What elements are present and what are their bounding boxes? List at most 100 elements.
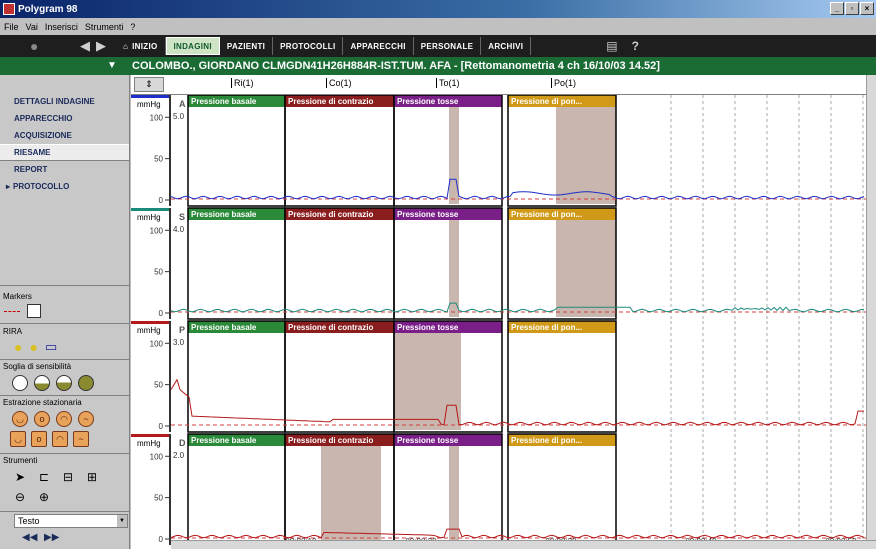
minimize-button[interactable]: _ [830, 2, 844, 15]
select-tool-icon[interactable]: ⊏ [36, 469, 52, 485]
home-icon: ⌂ [123, 41, 129, 51]
sidebar-item-label: PROTOCOLLO [13, 182, 70, 191]
sidebar-item-dettagli[interactable]: DETTAGLI INDAGINE [0, 93, 129, 110]
face-calm-icon[interactable]: ◡ [12, 411, 28, 427]
marker-ri[interactable]: Ri(1) [231, 78, 254, 88]
threshold-half-icon[interactable] [56, 375, 72, 391]
menu-inserisci[interactable]: Inserisci [45, 22, 78, 32]
face-strain-icon[interactable]: o [34, 411, 50, 427]
section-box [187, 433, 286, 546]
chevron-down-icon[interactable]: ▼ [117, 515, 127, 527]
threshold-empty-icon[interactable] [12, 375, 28, 391]
analysis-window-shade [556, 107, 616, 204]
pressure-chart[interactable]: mmHg A 5.0 0 50 100 Pressione basale Pressione … [131, 95, 866, 549]
trace-area: ⇕ Ri(1) Co(1) To(1) Po(1) mmHg A 5.0 0 50 100… [131, 75, 876, 549]
section-label: Pressione di pon... [511, 436, 582, 445]
tab-archivi[interactable]: ARCHIVI [481, 37, 532, 55]
rira-chart-icon[interactable]: ▭ [45, 339, 57, 355]
help-icon[interactable]: ? [632, 39, 639, 53]
back-arrow-icon[interactable]: ◀ [80, 38, 90, 54]
y-tick-label: 100 [150, 452, 164, 461]
zoom-out-icon[interactable]: ⊖ [12, 489, 28, 505]
tab-personale[interactable]: PERSONALE [414, 37, 482, 55]
analysis-window-shade [449, 220, 459, 317]
menu-help[interactable]: ? [130, 22, 135, 32]
tab-inizio[interactable]: ⌂ INIZIO [116, 37, 166, 55]
pressure-trace [170, 528, 865, 539]
pressure-trace [170, 302, 865, 313]
channel-axis [169, 321, 171, 432]
sidebar-item-acquisizione[interactable]: ACQUISIZIONE [0, 127, 129, 144]
close-button[interactable]: × [860, 2, 874, 15]
channel-axis [169, 95, 171, 206]
section-label: Pressione tosse [397, 210, 459, 219]
forward-arrow-icon[interactable]: ▶ [96, 38, 106, 54]
v-measure-tool-icon[interactable]: ⊞ [84, 469, 100, 485]
h-measure-tool-icon[interactable]: ⊟ [60, 469, 76, 485]
menu-file[interactable]: File [4, 22, 19, 32]
y-tick-label: 100 [150, 226, 164, 235]
face-push-chart-icon[interactable]: ~ [73, 431, 89, 447]
face-strain-chart-icon[interactable]: o [31, 431, 47, 447]
section-label: Pressione basale [191, 323, 257, 332]
marker-po[interactable]: Po(1) [551, 78, 576, 88]
text-select-value: Testo [18, 516, 40, 526]
text-select[interactable]: Testo ▼ [14, 514, 128, 528]
marker-line-icon[interactable] [4, 311, 20, 312]
sidebar-item-protocollo[interactable]: ▸ PROTOCOLLO [0, 178, 129, 195]
marker-to[interactable]: To(1) [436, 78, 460, 88]
tab-pazienti[interactable]: PAZIENTI [220, 37, 274, 55]
y-tick-label: 0 [159, 309, 164, 318]
channel-color-strip [131, 321, 171, 324]
rewind-icon[interactable]: ◀◀ [22, 532, 37, 543]
pointer-tool-icon[interactable]: ➤ [12, 469, 28, 485]
marker-list-icon[interactable] [27, 304, 41, 318]
menu-vai[interactable]: Vai [26, 22, 38, 32]
channel-letter: A [179, 99, 186, 109]
section-box [284, 320, 395, 433]
sidebar-item-report[interactable]: REPORT [0, 161, 129, 178]
section-label: Pressione di contrazio [288, 210, 373, 219]
title-bar: Polygram 98 _ ▫ × [0, 0, 876, 18]
section-label: Pressione di pon... [511, 210, 582, 219]
tab-indagini[interactable]: INDAGINI [165, 37, 220, 55]
section-label: Pressione di contrazio [288, 323, 373, 332]
section-box [507, 320, 617, 433]
exam-header: ▼ COLOMBO., GIORDANO CLMGDN41H26H884R-IS… [0, 57, 876, 75]
menu-strumenti[interactable]: Strumenti [85, 22, 124, 32]
printer-icon[interactable]: ▤ [606, 39, 617, 53]
chevron-down-icon[interactable]: ▼ [107, 60, 117, 71]
sidebar-item-apparecchio[interactable]: APPARECCHIO [0, 110, 129, 127]
threshold-full-icon[interactable] [78, 375, 94, 391]
marker-collapse-icon[interactable]: ⇕ [134, 77, 164, 92]
y-tick-label: 0 [159, 196, 164, 205]
face-push-icon[interactable]: ~ [78, 411, 94, 427]
strumenti-label: Strumenti [3, 456, 38, 465]
face-cough-chart-icon[interactable]: ◠ [52, 431, 68, 447]
maximize-button[interactable]: ▫ [845, 2, 859, 15]
markers-label: Markers [3, 292, 32, 301]
channel-unit: mmHg [137, 439, 161, 448]
rira-bulb-alt-icon[interactable]: ● [29, 339, 37, 355]
channel-color-strip [131, 95, 171, 98]
sidebar-item-riesame[interactable]: RIESAME [0, 144, 129, 161]
rira-bulb-icon[interactable]: ● [14, 339, 22, 355]
tab-label: INIZIO [132, 41, 158, 51]
threshold-low-icon[interactable] [34, 375, 50, 391]
channel-scale: 2.0 [173, 451, 185, 460]
horizontal-scrollbar[interactable] [171, 540, 876, 549]
tab-protocolli[interactable]: PROTOCOLLI [273, 37, 344, 55]
zoom-in-icon[interactable]: ⊕ [36, 489, 52, 505]
face-cough-icon[interactable]: ◠ [56, 411, 72, 427]
section-box [507, 433, 617, 546]
fast-forward-icon[interactable]: ▶▶ [44, 532, 59, 543]
section-label: Pressione di contrazio [288, 436, 373, 445]
rira-label: RIRA [3, 327, 23, 336]
nav-bar: ● ◀ ▶ ⌂ INIZIO INDAGINI PAZIENTI PROTOCOL… [0, 35, 876, 57]
vertical-scrollbar[interactable] [866, 75, 876, 549]
y-tick-label: 50 [154, 155, 163, 164]
application-window: Polygram 98 _ ▫ × File Vai Inserisci Str… [0, 0, 876, 549]
tab-apparecchi[interactable]: APPARECCHI [343, 37, 414, 55]
face-calm-chart-icon[interactable]: ◡ [10, 431, 26, 447]
marker-co[interactable]: Co(1) [326, 78, 352, 88]
